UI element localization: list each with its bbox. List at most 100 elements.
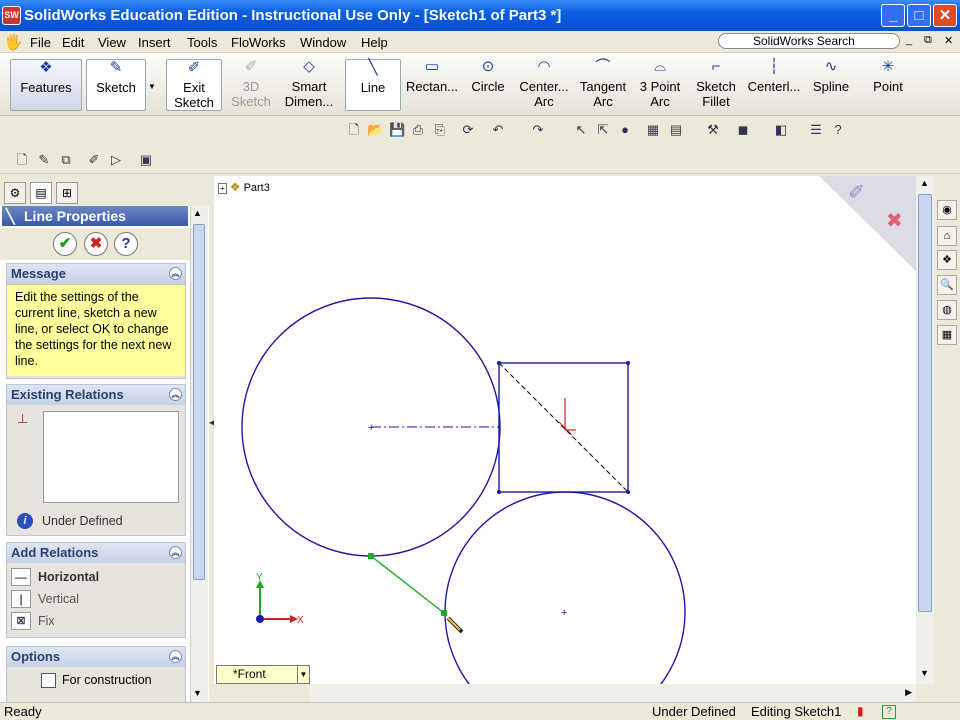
configuration-tab-icon[interactable]: ⊞ (56, 182, 78, 204)
view-tab[interactable]: *Front ▼ (216, 665, 310, 684)
vertical-relation[interactable]: | Vertical (11, 590, 181, 610)
confirm-sketch-icon[interactable]: ✐ (848, 180, 865, 205)
rebuild-status-icon[interactable]: ▮ (857, 703, 864, 720)
scroll-down-icon[interactable]: ▼ (193, 688, 202, 698)
undo-icon[interactable]: ↶ (490, 122, 506, 138)
spline-button[interactable]: ∿ Spline (808, 59, 854, 111)
graphics-area[interactable]: + ❖ Part3 + + Y X ✐ ✖ (214, 176, 916, 684)
menu-help[interactable]: Help (361, 35, 388, 50)
menu-floworks[interactable]: FloWorks (231, 35, 286, 50)
copy-icon[interactable]: ⧉ (58, 152, 74, 168)
canvas-vertical-scrollbar[interactable]: ▲ ▼ (916, 176, 934, 684)
canvas-horizontal-scrollbar[interactable]: ▶ (310, 684, 916, 702)
search-tab-icon[interactable]: ◍ (937, 300, 957, 320)
library-tab-icon[interactable]: ❖ (937, 250, 957, 270)
cancel-sketch-icon[interactable]: ✖ (886, 208, 903, 233)
relations-list[interactable] (43, 411, 179, 503)
centerline-button[interactable]: ┆ Centerl... (745, 59, 803, 111)
traffic-light-icon[interactable]: ● (617, 122, 633, 138)
horizontal-relation[interactable]: — Horizontal (11, 568, 181, 588)
sketch-fillet-button[interactable]: ⌐ Sketch Fillet (690, 59, 742, 111)
circle-button[interactable]: ⊙ Circle (465, 59, 511, 111)
print-icon[interactable]: ⎙ (410, 122, 426, 138)
edit-icon[interactable]: ✐ (86, 152, 102, 168)
collapse-icon[interactable]: ︽ (169, 388, 182, 401)
for-construction-checkbox[interactable] (41, 673, 56, 688)
point-button[interactable]: ✳ Point (866, 59, 910, 111)
feature-tree-tab-icon[interactable]: ⚙ (4, 182, 26, 204)
doc-close-button[interactable]: ✕ (944, 34, 953, 47)
options-icon[interactable]: ▤ (668, 122, 684, 138)
exit-sketch-button[interactable]: ✐ Exit Sketch (166, 59, 222, 111)
home-tab-icon[interactable]: ⌂ (937, 226, 957, 246)
menu-insert[interactable]: Insert (138, 35, 171, 50)
construction-diagonal[interactable] (498, 362, 629, 493)
appearances-tab-icon[interactable]: ▦ (937, 325, 957, 345)
grid-icon[interactable]: ▦ (645, 122, 661, 138)
rectangle-button[interactable]: ▭ Rectan... (403, 59, 461, 111)
scroll-down-icon[interactable]: ▼ (920, 668, 929, 678)
collapse-icon[interactable]: ︽ (169, 650, 182, 663)
redo-icon[interactable]: ↷ (530, 122, 546, 138)
new-sketch-icon[interactable]: 🗋 (14, 152, 30, 168)
existing-relations-header[interactable]: Existing Relations ︽ (7, 385, 185, 405)
tangent-arc-button[interactable]: ⌒ Tangent Arc (575, 59, 631, 111)
features-tab[interactable]: ❖ Features (10, 59, 82, 111)
menu-window[interactable]: Window (300, 35, 346, 50)
help-question-icon[interactable]: ? (830, 122, 846, 138)
scroll-right-icon[interactable]: ▶ (905, 687, 912, 698)
scroll-up-icon[interactable]: ▲ (920, 178, 929, 188)
sketch-tab[interactable]: ✎ Sketch (86, 59, 146, 111)
status-help-icon[interactable]: ? (882, 705, 896, 719)
menu-edit[interactable]: Edit (62, 35, 84, 50)
collapse-icon[interactable]: ︽ (169, 546, 182, 559)
menu-file[interactable]: File (30, 35, 51, 50)
view-icon[interactable]: ◧ (773, 122, 789, 138)
window-icon[interactable]: ▣ (138, 152, 154, 168)
view-dropdown-arrow[interactable]: ▼ (297, 666, 309, 683)
add-relations-header[interactable]: Add Relations ︽ (7, 543, 185, 563)
scroll-up-icon[interactable]: ▲ (193, 208, 202, 218)
menu-tools[interactable]: Tools (187, 35, 217, 50)
active-sketch-line[interactable] (370, 555, 445, 614)
3-point-arc-button[interactable]: ⌓ 3 Point Arc (634, 59, 686, 111)
new-document-icon[interactable]: 🗋 (346, 122, 362, 138)
cancel-x-icon[interactable]: ✖ (84, 232, 108, 256)
tools-icon[interactable]: ⚒ (705, 122, 721, 138)
fix-relation[interactable]: ⊠ Fix (11, 612, 181, 632)
minimize-button[interactable]: _ (881, 4, 905, 27)
canvas-scroll-thumb[interactable] (918, 194, 932, 612)
sketch-canvas[interactable]: + + Y X (214, 176, 916, 684)
file-explorer-tab-icon[interactable]: 🔍 (937, 275, 957, 295)
sketch-circle-bottom[interactable] (444, 491, 686, 684)
select-arrow-icon[interactable]: ↖ (573, 122, 589, 138)
message-header[interactable]: Message ︽ (7, 264, 185, 284)
line-start-point[interactable] (368, 553, 374, 559)
line-end-point[interactable] (441, 610, 447, 616)
save-icon[interactable]: 💾 (389, 122, 405, 138)
doc-restore-button[interactable]: ⧉ (924, 34, 932, 47)
rebuild-icon[interactable]: ⟳ (460, 122, 476, 138)
3d-box-icon[interactable]: ◼ (735, 122, 751, 138)
line-button[interactable]: ╲ Line (345, 59, 401, 111)
3d-sketch-button[interactable]: ✐ 3D Sketch (226, 59, 276, 111)
maximize-button[interactable]: □ (907, 4, 931, 27)
open-folder-icon[interactable]: 📂 (367, 122, 383, 138)
collapse-icon[interactable]: ︽ (169, 267, 182, 280)
help-icon[interactable]: ? (114, 232, 138, 256)
property-manager-tab-icon[interactable]: ▤ (30, 182, 52, 204)
ok-check-icon[interactable]: ✔ (53, 232, 77, 256)
sketch-pencil-icon[interactable]: ✎ (36, 152, 52, 168)
doc-minimize-button[interactable]: _ (906, 34, 912, 46)
resources-tab-icon[interactable]: ◉ (937, 200, 957, 220)
panel-scroll-thumb[interactable] (193, 224, 205, 580)
panel-scrollbar[interactable]: ▲ ▼ (190, 206, 208, 706)
select-filter-icon[interactable]: ⇱ (595, 122, 611, 138)
solidworks-menu-icon[interactable]: 🖐 (4, 33, 23, 51)
list-icon[interactable]: ☰ (808, 122, 824, 138)
menu-view[interactable]: View (98, 35, 126, 50)
search-input[interactable]: SolidWorks Search (718, 33, 900, 49)
smart-dimension-button[interactable]: ◇ Smart Dimen... (280, 59, 338, 111)
options-header[interactable]: Options ︽ (7, 647, 185, 667)
play-icon[interactable]: ▷ (108, 152, 124, 168)
